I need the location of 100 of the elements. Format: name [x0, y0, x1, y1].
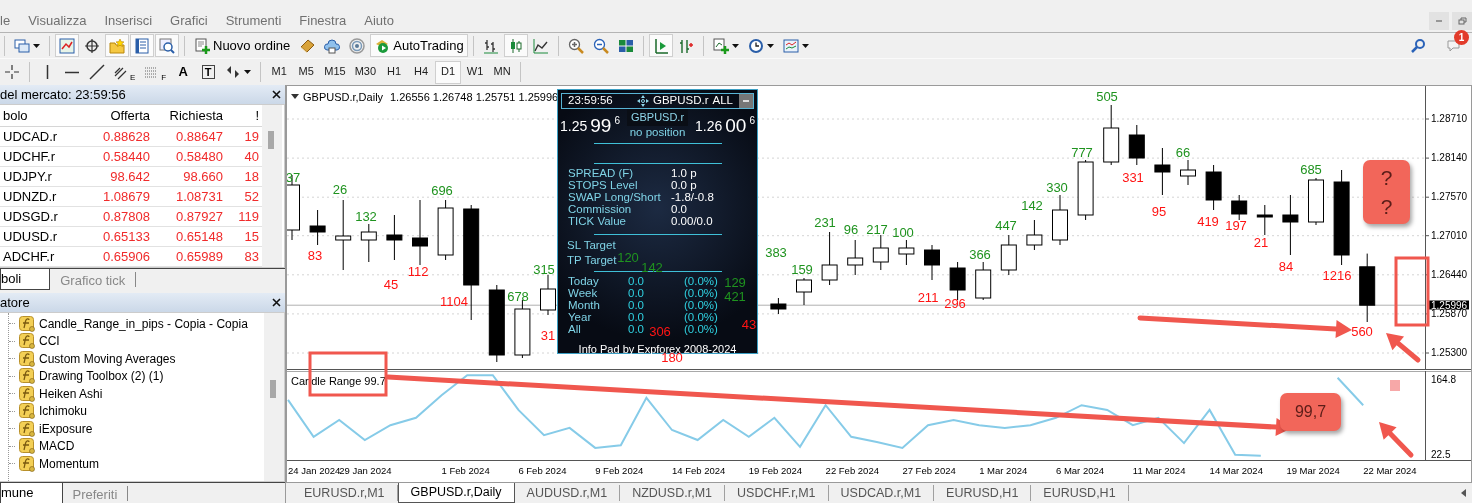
symbol-name[interactable]: UDSGD.r	[0, 208, 80, 225]
column-header[interactable]: !	[226, 107, 262, 124]
minimize-button[interactable]	[739, 94, 753, 108]
restore-button[interactable]	[1452, 11, 1472, 30]
scrollbar-thumb[interactable]	[268, 131, 274, 149]
indicator-name[interactable]: Momentum	[39, 456, 100, 471]
chart-window-icon	[59, 37, 75, 54]
menu-item[interactable]: Inserisci	[95, 12, 162, 29]
ohlc-values: 1.26556 1.26748 1.25751 1.25996	[390, 91, 559, 103]
channel-button[interactable]: E	[110, 60, 140, 84]
minimize-icon	[743, 100, 749, 102]
symbol-name[interactable]: UDCAD.r	[0, 128, 80, 145]
text-tool-button[interactable]: A	[171, 60, 196, 84]
play-label-button[interactable]: AutoTrading	[370, 34, 468, 57]
chart-tab[interactable]: USDCHF.r,M1	[725, 485, 829, 501]
indicator-name[interactable]: Ichimoku	[39, 404, 88, 419]
menu-item[interactable]: Aiuto	[355, 12, 403, 29]
candlestick	[898, 239, 915, 266]
spread-value: 40	[243, 148, 260, 165]
timeframe-button[interactable]: MN	[489, 60, 516, 84]
panel-tab[interactable]: mune	[0, 483, 63, 503]
indicator-name[interactable]: Custom Moving Averages	[39, 351, 176, 366]
cloud-icon	[324, 37, 341, 54]
candle-range-label: 197	[1225, 219, 1247, 233]
magnifier-button[interactable]	[155, 34, 179, 57]
autoscroll-button[interactable]	[648, 34, 673, 57]
timeframe-button[interactable]: M5	[293, 60, 320, 84]
chart-tab[interactable]: USDCAD.r,M1	[828, 485, 935, 501]
indicator-name[interactable]: MACD	[39, 439, 75, 454]
timeframe-button[interactable]: M30	[350, 60, 381, 84]
symbol-name[interactable]: UDJPY.r	[0, 168, 80, 185]
stat-value: 0.0 p	[671, 179, 697, 191]
move-icon	[636, 95, 649, 107]
scope-label: ALL	[712, 94, 733, 108]
menu-item[interactable]: Visualizza	[19, 12, 96, 29]
symbol-name[interactable]: ADCHF.r	[0, 248, 80, 265]
ask-price: 98.660	[182, 168, 224, 185]
ask-price: 0.58480	[175, 148, 224, 165]
fibonacci-icon	[144, 65, 159, 79]
price-label: 1.27010	[1431, 230, 1468, 241]
indicator-name[interactable]: Heiken Ashi	[39, 386, 103, 401]
candlestick	[975, 261, 992, 301]
timeframe-button[interactable]: W1	[462, 60, 489, 84]
panel-tab[interactable]: boli	[0, 269, 51, 290]
candle-range-label: 330	[1046, 181, 1068, 195]
timeframe-button[interactable]: H4	[408, 60, 435, 84]
chart-window-button[interactable]	[55, 34, 79, 57]
document-plus-label-button[interactable]: Nuovo ordine	[190, 34, 295, 57]
minimize-icon	[1436, 19, 1442, 22]
timeframe-button[interactable]: M1	[266, 60, 293, 84]
close-button[interactable]	[272, 298, 281, 307]
chart-tab[interactable]: AUDUSD.r,M1	[514, 485, 621, 501]
timeframe-button[interactable]: H1	[381, 60, 408, 84]
period-value: 0.0	[628, 275, 644, 287]
symbol-name[interactable]: UDNZD.r	[0, 188, 80, 205]
chart-tab[interactable]: NZDUSD.r,M1	[620, 485, 726, 501]
chart-tab[interactable]: EURUSD,H1	[934, 485, 1032, 501]
timeframe-button[interactable]: D1	[435, 60, 462, 84]
candle-range-label: 142	[1021, 199, 1043, 213]
symbol-name[interactable]: UDUSD.r	[0, 228, 80, 245]
text-label-button[interactable]: T	[196, 60, 221, 84]
column-header[interactable]: Richiesta	[153, 107, 226, 124]
price-label: 1.27570	[1431, 192, 1468, 203]
indicator-icon	[19, 438, 35, 455]
windows-icon	[14, 37, 30, 54]
spread-value: 83	[243, 248, 260, 265]
chart-tab[interactable]: EURUSD.r,M1	[292, 485, 398, 501]
fibonacci-button[interactable]: F	[140, 60, 171, 84]
menu-item[interactable]: Grafici	[161, 12, 217, 29]
indicator-name[interactable]: Drawing Toolbox (2) (1)	[39, 369, 164, 384]
timeframe-button[interactable]: M15	[320, 60, 350, 84]
clock-icon	[747, 37, 764, 54]
candlestick-button[interactable]	[503, 34, 528, 57]
list-button[interactable]	[130, 34, 154, 57]
candlestick	[949, 261, 966, 301]
candlestick	[1128, 124, 1145, 166]
candle-range-label: 678	[507, 290, 529, 304]
menu-item[interactable]: Finestra	[290, 12, 356, 29]
chart-tab[interactable]: GBPUSD.r,Daily	[397, 483, 515, 503]
period-value: 0.0	[628, 311, 644, 323]
candle-range-label: 159	[791, 263, 813, 277]
candle-range-label: 132	[355, 210, 377, 224]
folder-star-button[interactable]	[105, 34, 129, 57]
menu-item[interactable]: Strumenti	[216, 12, 291, 29]
close-button[interactable]	[272, 90, 281, 99]
indicator-name[interactable]: CCI	[39, 334, 60, 349]
column-header[interactable]: Offerta	[80, 107, 153, 124]
axis-value: 164.8	[1431, 375, 1457, 385]
candlestick	[1103, 104, 1120, 166]
scrollbar-thumb[interactable]	[270, 380, 276, 398]
scroll-left-button[interactable]	[1461, 489, 1466, 497]
candlestick	[1077, 159, 1094, 221]
indicator-name[interactable]: Candle_Range_in_pips - Copia - Copia	[39, 316, 248, 331]
menu-item[interactable]: le	[0, 12, 20, 29]
indicator-name[interactable]: iExposure	[39, 421, 93, 436]
minimize-button[interactable]	[1429, 11, 1449, 30]
marker-square	[1390, 380, 1400, 391]
symbol-name[interactable]: UDCHF.r	[0, 148, 80, 165]
chart-tab[interactable]: EURUSD,H1	[1031, 485, 1129, 501]
column-header[interactable]: bolo	[0, 107, 80, 124]
